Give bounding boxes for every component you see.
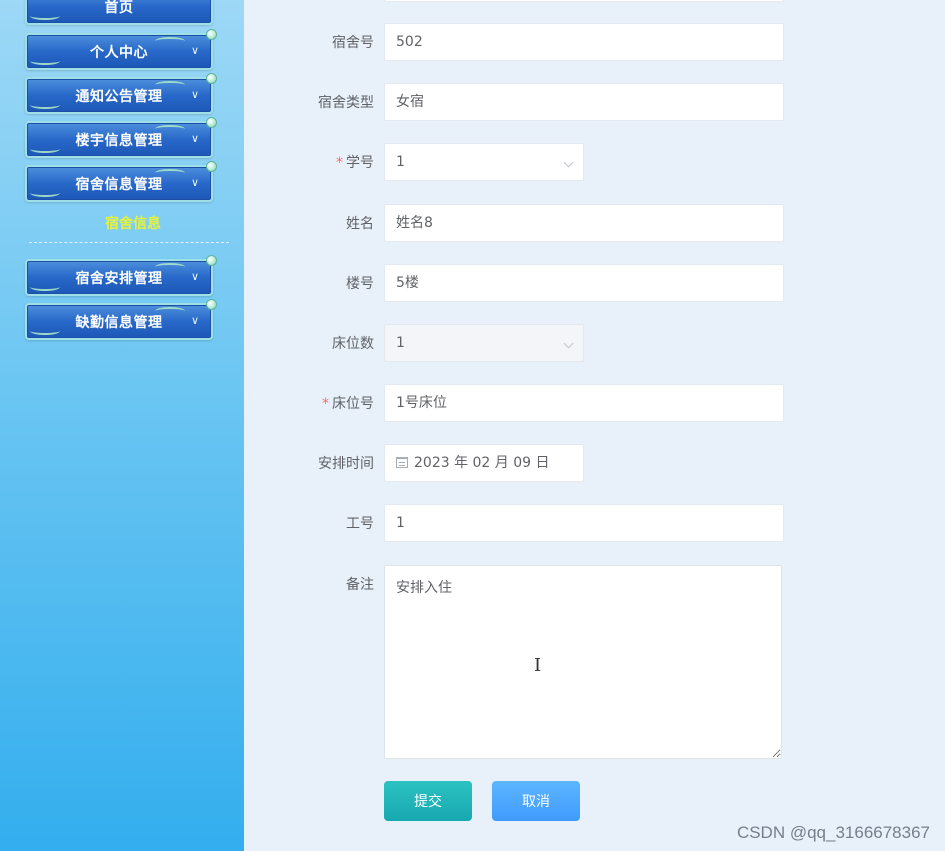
text-cursor-icon: I — [534, 655, 542, 676]
orb-decoration-icon — [206, 255, 217, 266]
bed-no-input[interactable]: 1号床位 — [384, 384, 784, 422]
student-no-value: 1 — [396, 154, 405, 170]
student-no-select[interactable]: 1 — [384, 143, 584, 181]
menu-label: 个人中心 — [90, 44, 148, 61]
submenu-divider — [29, 242, 229, 243]
name-label: 姓名 — [346, 216, 374, 232]
menu-personal-center[interactable]: 个人中心 ∨ — [25, 29, 217, 70]
chevron-down-icon — [563, 338, 574, 349]
chevron-down-icon: ∨ — [190, 132, 199, 145]
remark-textarea[interactable]: 安排入住 — [384, 565, 782, 759]
swirl-decoration-icon — [155, 125, 185, 133]
clipped-top-field[interactable] — [384, 0, 784, 2]
chevron-down-icon — [563, 157, 574, 168]
swirl-decoration-icon — [30, 57, 60, 65]
remark-label: 备注 — [346, 577, 374, 593]
menu-label: 首页 — [104, 0, 134, 16]
swirl-decoration-icon — [30, 12, 60, 20]
calendar-icon — [396, 457, 408, 468]
bed-count-select[interactable]: 1 — [384, 324, 584, 362]
form-row-dorm-type: 宿舍类型 女宿 — [244, 83, 945, 123]
chevron-down-icon: ∨ — [190, 88, 199, 101]
arrange-time-value: 2023 年 02 月 09 日 — [414, 455, 550, 471]
required-mark: * — [322, 396, 329, 412]
menu-absence-management[interactable]: 缺勤信息管理 ∨ — [25, 299, 217, 340]
swirl-decoration-icon — [155, 169, 185, 177]
dorm-type-input[interactable]: 女宿 — [384, 83, 784, 121]
form-row-remark: 备注 安排入住 — [244, 565, 945, 759]
orb-decoration-icon — [206, 299, 217, 310]
menu-home[interactable]: 首页 — [25, 0, 213, 25]
staff-no-input[interactable]: 1 — [384, 504, 784, 542]
swirl-decoration-icon — [30, 283, 60, 291]
bed-count-value: 1 — [396, 335, 405, 351]
orb-decoration-icon — [206, 117, 217, 128]
dorm-arrangement-form: 宿舍号 502 宿舍类型 女宿 * 学号 1 姓名 姓名8 楼号 5楼 床位数 1… — [244, 0, 945, 851]
dorm-type-label: 宿舍类型 — [318, 95, 374, 111]
orb-decoration-icon — [206, 29, 217, 40]
swirl-decoration-icon — [155, 37, 185, 45]
menu-building-management[interactable]: 楼宇信息管理 ∨ — [25, 117, 217, 158]
swirl-decoration-icon — [30, 189, 60, 197]
form-row-dorm-no: 宿舍号 502 — [244, 23, 945, 63]
menu-notice-management[interactable]: 通知公告管理 ∨ — [25, 73, 217, 114]
form-row-bed-count: 床位数 1 — [244, 324, 945, 364]
swirl-decoration-icon — [30, 101, 60, 109]
chevron-down-icon: ∨ — [190, 176, 199, 189]
menu-label: 通知公告管理 — [75, 88, 163, 105]
building-no-label: 楼号 — [346, 276, 374, 292]
swirl-decoration-icon — [155, 263, 185, 271]
dorm-no-label: 宿舍号 — [332, 35, 374, 51]
form-row-bed-no: * 床位号 1号床位 — [244, 384, 945, 424]
menu-label: 宿舍信息管理 — [75, 176, 163, 193]
chevron-down-icon: ∨ — [190, 270, 199, 283]
name-input[interactable]: 姓名8 — [384, 204, 784, 242]
building-no-input[interactable]: 5楼 — [384, 264, 784, 302]
swirl-decoration-icon — [30, 327, 60, 335]
submenu-dorm-info[interactable]: 宿舍信息 — [25, 213, 241, 235]
menu-dorm-management[interactable]: 宿舍信息管理 ∨ — [25, 161, 217, 202]
form-actions: 提交 取消 — [244, 781, 945, 821]
arrange-time-label: 安排时间 — [318, 456, 374, 472]
menu-label: 楼宇信息管理 — [75, 132, 163, 149]
swirl-decoration-icon — [30, 145, 60, 153]
arrange-time-datepicker[interactable]: 2023 年 02 月 09 日 — [384, 444, 584, 482]
swirl-decoration-icon — [155, 307, 185, 315]
form-row-staff-no: 工号 1 — [244, 504, 945, 544]
bed-no-label-text: 床位号 — [332, 396, 374, 412]
required-mark: * — [336, 155, 343, 171]
chevron-down-icon: ∨ — [190, 314, 199, 327]
bed-no-label: * 床位号 — [244, 384, 374, 424]
menu-label: 宿舍安排管理 — [75, 270, 163, 287]
student-no-label: * 学号 — [244, 143, 374, 183]
cancel-button[interactable]: 取消 — [492, 781, 580, 821]
dorm-no-input[interactable]: 502 — [384, 23, 784, 61]
menu-dorm-arrangement[interactable]: 宿舍安排管理 ∨ — [25, 255, 217, 296]
orb-decoration-icon — [206, 161, 217, 172]
watermark: CSDN @qq_3166678367 — [736, 823, 930, 842]
staff-no-label: 工号 — [346, 516, 374, 532]
form-row-arrange-time: 安排时间 2023 年 02 月 09 日 — [244, 444, 945, 484]
form-row-name: 姓名 姓名8 — [244, 204, 945, 244]
sidebar: 首页 个人中心 ∨ 通知公告管理 ∨ 楼宇信息管理 ∨ 宿舍信息管理 ∨ 宿舍信… — [0, 0, 244, 851]
form-row-building-no: 楼号 5楼 — [244, 264, 945, 304]
student-no-label-text: 学号 — [346, 155, 374, 171]
menu-label: 缺勤信息管理 — [75, 314, 163, 331]
chevron-down-icon: ∨ — [190, 44, 199, 57]
swirl-decoration-icon — [155, 81, 185, 89]
orb-decoration-icon — [206, 73, 217, 84]
submit-button[interactable]: 提交 — [384, 781, 472, 821]
bed-count-label: 床位数 — [332, 336, 374, 352]
form-row-student-no: * 学号 1 — [244, 143, 945, 183]
